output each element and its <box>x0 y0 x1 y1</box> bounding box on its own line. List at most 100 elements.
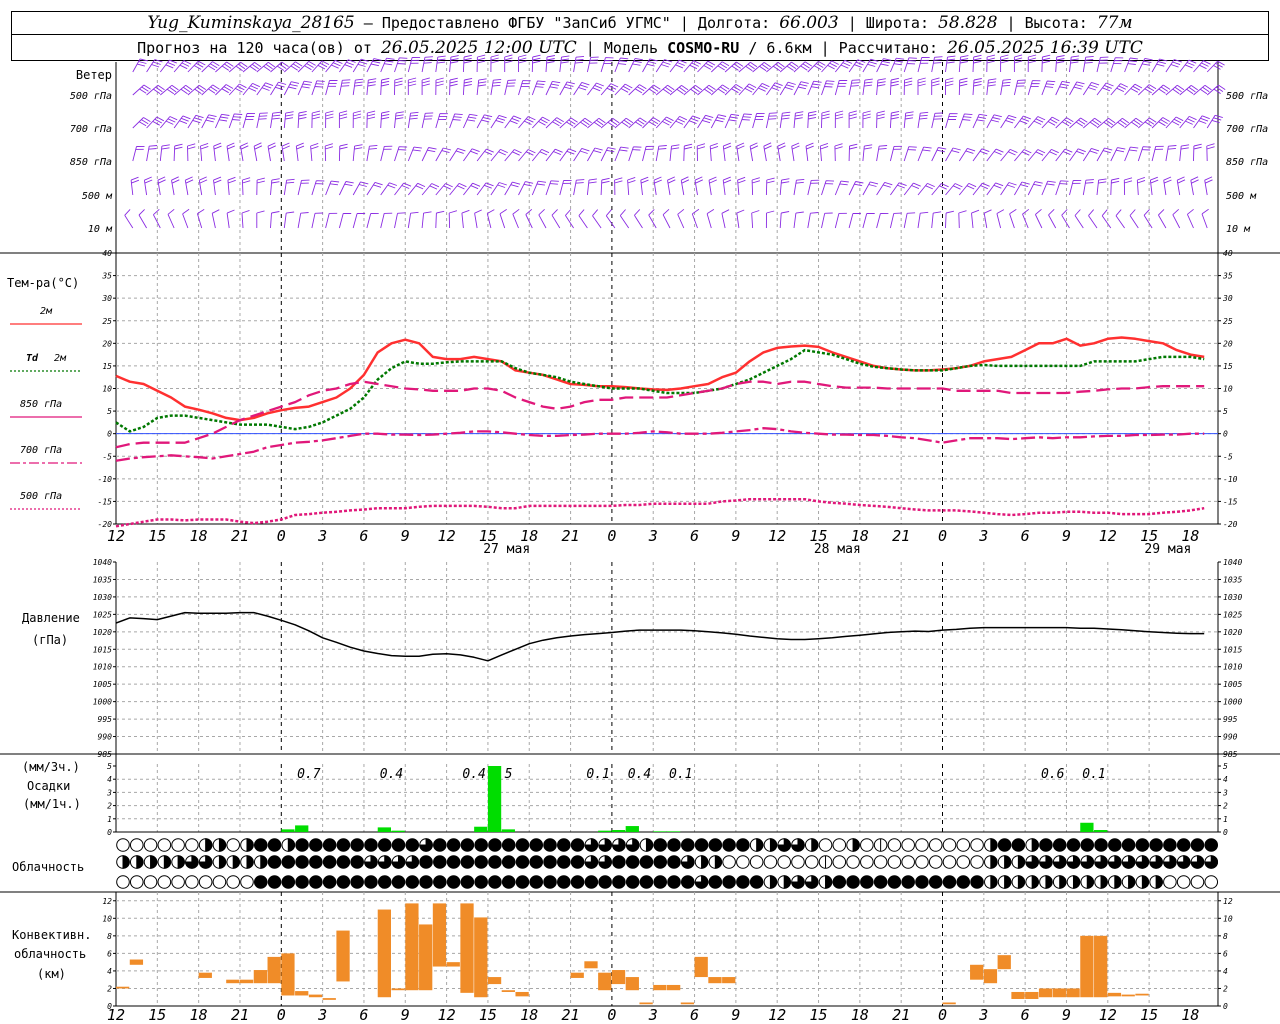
wind-barb <box>945 113 958 129</box>
wind-barb <box>996 209 1005 229</box>
wind-barb <box>876 181 893 196</box>
temp-tick-left: 40 <box>102 249 112 258</box>
wind-barb <box>476 182 494 196</box>
x-tick-label: 0 <box>938 1006 947 1024</box>
wind-barb <box>573 81 590 96</box>
wind-barb <box>531 80 546 96</box>
cloud-fill <box>287 838 296 852</box>
x-tick-label: 6 <box>690 527 699 545</box>
cloud-symbol <box>253 838 268 852</box>
cloud-symbol <box>639 855 654 869</box>
wind-barb <box>1082 55 1094 73</box>
cloud-symbol <box>433 875 447 889</box>
wind-barb <box>1041 80 1056 96</box>
cloud-symbol <box>267 838 282 852</box>
wind-barb <box>669 59 687 73</box>
wind-barb <box>578 209 588 229</box>
temp-tick-right: 25 <box>1223 317 1233 326</box>
cloud-symbol <box>157 875 172 889</box>
pressure-title: Давление <box>22 611 80 625</box>
wind-barb <box>463 148 480 162</box>
wind-barb <box>407 56 421 73</box>
x-tick-label: 3 <box>978 527 988 545</box>
cloud-symbol <box>846 855 860 869</box>
cloud-symbol <box>928 875 943 889</box>
conv-bar <box>611 970 626 985</box>
wind-barb <box>407 146 422 162</box>
wind-barb <box>1041 116 1060 129</box>
convective-cloud-panel: 0 0 2 2 4 4 6 6 8 8 10 10 12 12 Конвективн. облачность (… <box>0 891 1280 1024</box>
wind-barb <box>338 110 348 128</box>
cloud-symbol <box>529 855 544 869</box>
wind-barb <box>793 211 804 229</box>
wind-barb <box>461 209 470 229</box>
wind-barb <box>565 209 574 229</box>
wind-barb <box>1129 209 1139 229</box>
wind-barb <box>366 58 382 73</box>
wind-barb <box>736 142 745 162</box>
wind-barb <box>1027 80 1041 96</box>
cloud-symbol <box>185 875 199 889</box>
conv-title: Конвективн. <box>12 928 91 942</box>
conv-bar <box>1066 988 1080 998</box>
wind-barb <box>226 142 235 162</box>
temp-tick-right: 5 <box>1223 407 1228 416</box>
conv-bar <box>295 991 309 996</box>
wind-barb <box>476 114 493 129</box>
wind-barb <box>352 58 369 73</box>
cloud-fill <box>1155 875 1163 889</box>
wind-barb <box>1000 114 1017 129</box>
wind-barb <box>592 209 602 229</box>
wind-barb <box>807 80 822 96</box>
wind-barb <box>338 79 351 96</box>
pressure-tick-right: 1010 <box>1223 663 1242 672</box>
cloud-symbol <box>584 875 599 889</box>
wind-barb <box>1206 60 1225 73</box>
cloud-symbol <box>887 875 902 889</box>
x-tick-label: 0 <box>277 1006 286 1024</box>
cloud-symbol <box>446 855 461 869</box>
x-tick-label: 15 <box>148 1006 166 1024</box>
precip-unit-3h: (мм/3ч.) <box>22 760 80 774</box>
wind-barb <box>642 145 655 162</box>
wind-barb <box>504 79 516 96</box>
wind-barb <box>394 111 404 129</box>
x-tick-label: 18 <box>851 1006 869 1024</box>
wind-barb <box>862 78 873 96</box>
cloud-fill <box>177 855 185 869</box>
wind-barb <box>848 59 866 73</box>
cloud-symbol <box>860 855 874 869</box>
wind-barb <box>614 57 629 73</box>
wind-barb <box>677 208 685 229</box>
wind-barb <box>173 115 191 129</box>
wind-barb <box>958 210 967 229</box>
pressure-tick-left: 1040 <box>93 558 112 567</box>
cloud-symbol <box>322 855 337 869</box>
conv-tick-right: 10 <box>1223 914 1233 923</box>
wind-barb <box>972 148 990 162</box>
x-tick-label: 0 <box>607 1006 616 1024</box>
temp-tick-right: -5 <box>1223 452 1233 461</box>
wind-barb <box>1165 59 1182 73</box>
pressure-unit: (гПа) <box>32 633 68 647</box>
wind-barb <box>130 176 140 196</box>
temp-tick-right: 30 <box>1222 294 1233 303</box>
cloud-fill <box>136 855 144 869</box>
precip-total: 0.1 <box>586 767 609 782</box>
wind-barb <box>903 57 917 73</box>
cloud-symbol <box>543 855 557 869</box>
wind-barb <box>821 80 835 96</box>
wind-barb <box>1204 176 1213 196</box>
wind-barb <box>1069 179 1082 196</box>
cloud-symbol <box>942 875 957 889</box>
wind-barb <box>669 115 687 129</box>
wind-barb <box>1149 176 1159 196</box>
precip-total: 0.7 <box>297 767 321 782</box>
x-tick-label: 12 <box>1099 527 1117 545</box>
cloud-symbol <box>377 838 392 852</box>
legend-label: 2м <box>40 306 53 317</box>
conv-tick-left: 8 <box>107 932 112 941</box>
wind-barb <box>1206 143 1215 162</box>
precip-tick-right: 4 <box>1223 775 1228 784</box>
wind-barb <box>721 209 730 229</box>
